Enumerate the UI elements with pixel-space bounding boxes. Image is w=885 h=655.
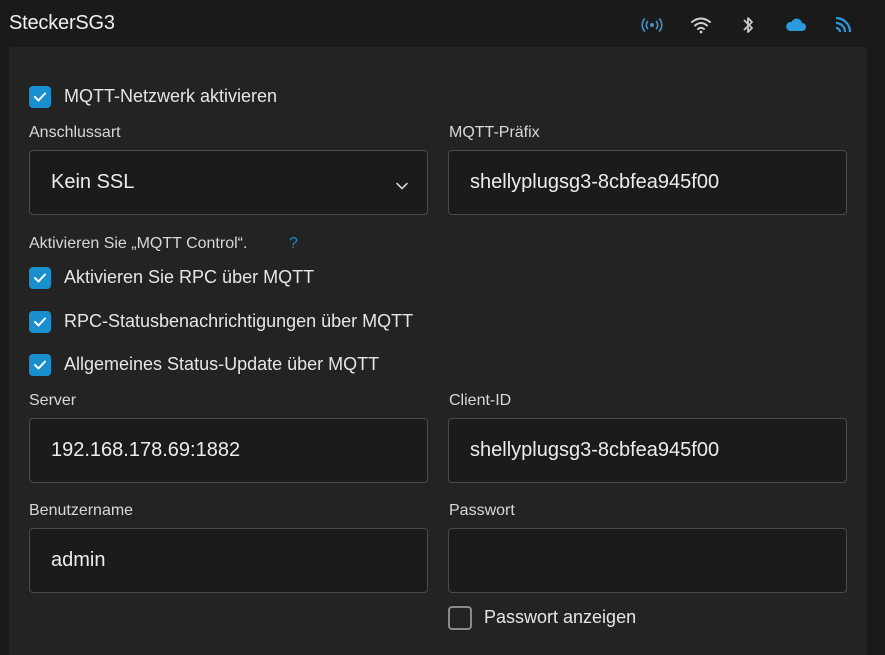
mqtt-control-heading: Aktivieren Sie „MQTT Control“. [29, 235, 248, 252]
rpc-over-mqtt-checkbox[interactable] [29, 267, 51, 289]
password-label: Passwort [449, 502, 515, 519]
client-id-label: Client-ID [449, 392, 512, 409]
checkmark-icon [34, 273, 46, 283]
show-password-checkbox[interactable] [448, 606, 472, 630]
ap-signal-icon[interactable] [639, 12, 665, 38]
checkmark-icon [34, 360, 46, 370]
chevron-down-icon [395, 174, 409, 197]
cloud-icon[interactable] [783, 12, 809, 38]
connection-type-label: Anschlussart [29, 124, 121, 141]
connection-type-select[interactable]: Kein SSL [29, 150, 428, 215]
password-input[interactable] [448, 528, 847, 593]
checkmark-icon [34, 92, 46, 102]
bluetooth-icon[interactable] [735, 12, 761, 38]
general-status-label[interactable]: Allgemeines Status-Update über MQTT [64, 354, 379, 375]
rpc-status-checkbox[interactable] [29, 311, 51, 333]
help-icon[interactable]: ? [289, 235, 298, 253]
username-label: Benutzername [29, 502, 134, 519]
mqtt-prefix-label: MQTT-Präfix [449, 124, 540, 141]
mqtt-enable-checkbox[interactable] [29, 86, 51, 108]
header-bar: SteckerSG3 [0, 0, 885, 47]
general-status-checkbox[interactable] [29, 354, 51, 376]
rpc-over-mqtt-label[interactable]: Aktivieren Sie RPC über MQTT [64, 267, 314, 288]
connection-type-value: Kein SSL [51, 171, 135, 193]
server-label: Server [29, 392, 77, 409]
show-password-label[interactable]: Passwort anzeigen [484, 607, 636, 628]
rpc-status-label[interactable]: RPC-Statusbenachrichtigungen über MQTT [64, 311, 413, 332]
mqtt-enable-label[interactable]: MQTT-Netzwerk aktivieren [64, 86, 277, 107]
client-id-input[interactable]: shellyplugsg3-8cbfea945f00 [448, 418, 847, 483]
username-input[interactable]: admin [29, 528, 428, 593]
checkmark-icon [34, 317, 46, 327]
mqtt-prefix-input[interactable]: shellyplugsg3-8cbfea945f00 [448, 150, 847, 215]
wifi-icon[interactable] [688, 12, 714, 38]
mqtt-feed-icon[interactable] [830, 12, 856, 38]
status-icons [0, 12, 885, 38]
server-input[interactable]: 192.168.178.69:1882 [29, 418, 428, 483]
